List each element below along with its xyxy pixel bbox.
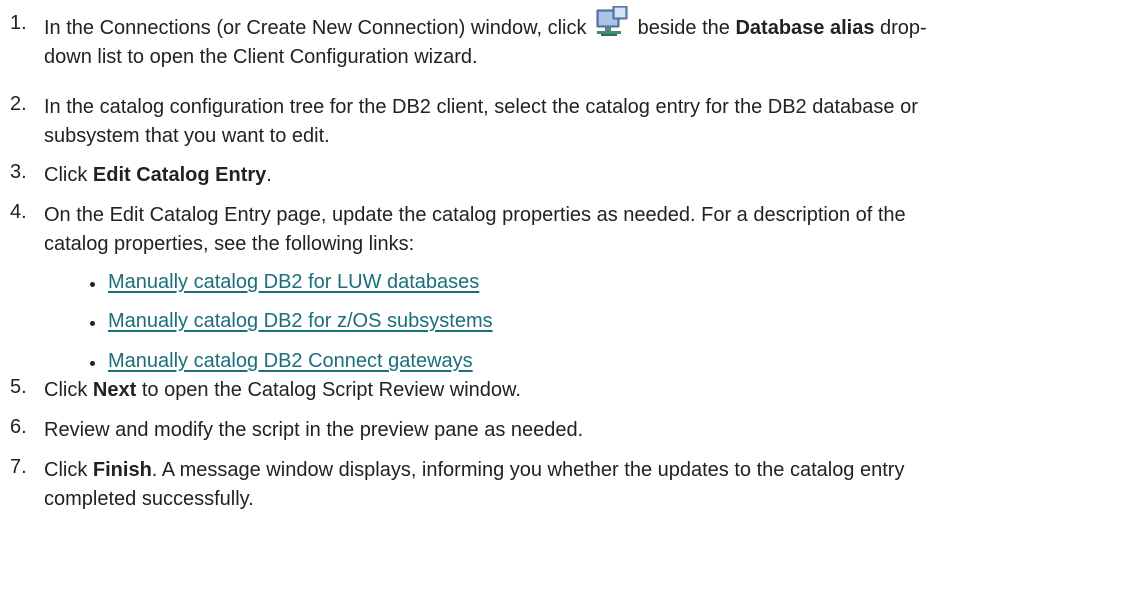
link-connect-gateways[interactable]: Manually catalog DB2 Connect gateways [108, 350, 473, 373]
step-text: Review and modify the script in the prev… [44, 419, 584, 441]
step-number: 3. [10, 161, 27, 183]
link-luw-databases[interactable]: Manually catalog DB2 for LUW databases [108, 271, 479, 294]
document-body: 1. In the Connections (or Create New Con… [0, 0, 1125, 593]
link-zos-subsystems[interactable]: Manually catalog DB2 for z/OS subsystems [108, 310, 493, 333]
step-text: Click Next to open the Catalog Script Re… [44, 379, 521, 401]
bullet-dot [90, 321, 95, 326]
step-number: 5. [10, 376, 27, 398]
step-number: 4. [10, 201, 27, 223]
step-text: Click Finish. A message window displays,… [44, 459, 905, 510]
bullet-dot [90, 282, 95, 287]
step-text: In the catalog configuration tree for th… [44, 96, 918, 147]
step-text: In the Connections (or Create New Connec… [44, 6, 1111, 72]
step-number: 1. [10, 12, 27, 34]
bullet-dot [90, 361, 95, 366]
step-text: On the Edit Catalog Entry page, update t… [44, 204, 906, 255]
step-number: 6. [10, 416, 27, 438]
step-number: 2. [10, 93, 27, 115]
step-number: 7. [10, 456, 27, 478]
step-text: Click Edit Catalog Entry. [44, 164, 272, 186]
client-configuration-icon[interactable] [595, 6, 629, 38]
